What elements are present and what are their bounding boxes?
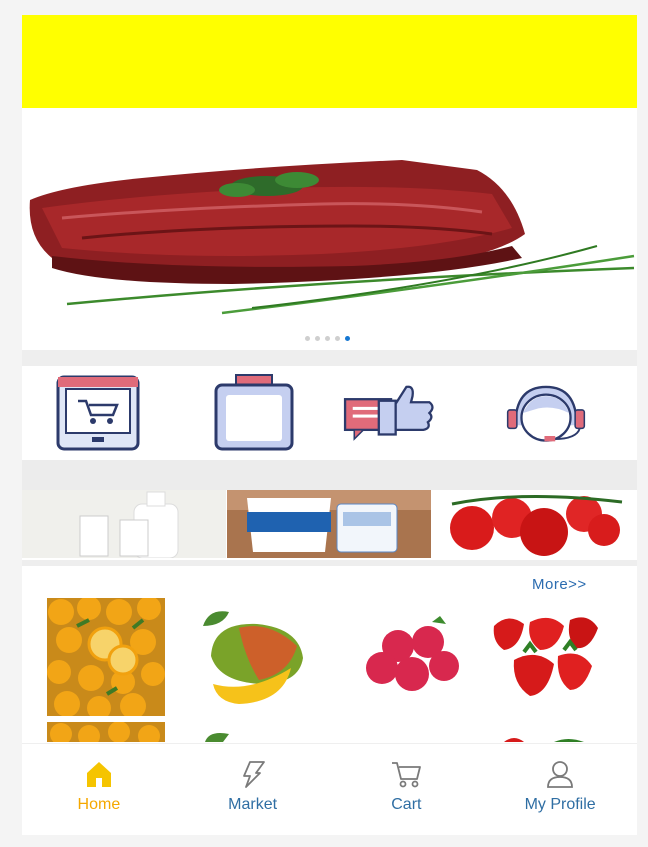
section-divider	[22, 560, 637, 566]
carousel-dot-active[interactable]	[345, 336, 350, 341]
bottom-tab-bar: Home Market Cart My Profile	[22, 743, 637, 835]
tab-label: Market	[228, 796, 278, 813]
tab-label: My Profile	[524, 796, 596, 813]
cart-icon	[390, 758, 422, 790]
customer-service-icon[interactable]	[500, 372, 592, 454]
oranges-image[interactable]	[47, 598, 165, 716]
section-divider	[22, 350, 637, 366]
strawberries-image[interactable]	[484, 722, 602, 742]
tab-home[interactable]: Home	[22, 744, 176, 835]
category-icons	[22, 366, 637, 460]
strawberries-image[interactable]	[484, 598, 602, 716]
thumbs-up-feedback-icon[interactable]	[342, 372, 434, 454]
market-icon	[237, 758, 269, 790]
app-screen: More>> Home Market Cart My Profile	[22, 15, 637, 835]
carousel-dot[interactable]	[325, 336, 330, 341]
tab-my-profile[interactable]: My Profile	[483, 744, 637, 835]
mango-image[interactable]	[199, 598, 317, 716]
carousel-dot[interactable]	[305, 336, 310, 341]
beef-steak-image	[29, 160, 635, 315]
hero-carousel[interactable]	[22, 108, 637, 365]
profile-icon	[544, 758, 576, 790]
tomatoes-image[interactable]	[432, 490, 637, 558]
online-shop-icon[interactable]	[52, 372, 144, 454]
tab-label: Home	[77, 796, 121, 813]
tab-market[interactable]: Market	[176, 744, 330, 835]
home-icon	[83, 758, 115, 790]
section-divider	[22, 460, 637, 490]
tab-label: Cart	[391, 796, 422, 813]
carousel-dot[interactable]	[315, 336, 320, 341]
carousel-dots[interactable]	[305, 336, 350, 344]
promo-banners	[22, 490, 637, 560]
carousel-dot[interactable]	[335, 336, 340, 341]
tab-cart[interactable]: Cart	[330, 744, 484, 835]
top-banner	[22, 15, 637, 108]
jar-icon[interactable]	[208, 372, 300, 454]
yogurt-tubs-image[interactable]	[227, 490, 431, 558]
milk-bottles-image[interactable]	[22, 490, 226, 558]
raspberries-image[interactable]	[352, 598, 470, 716]
oranges-image[interactable]	[47, 722, 165, 742]
more-link[interactable]: More>>	[532, 576, 587, 593]
mango-image[interactable]	[199, 722, 317, 742]
